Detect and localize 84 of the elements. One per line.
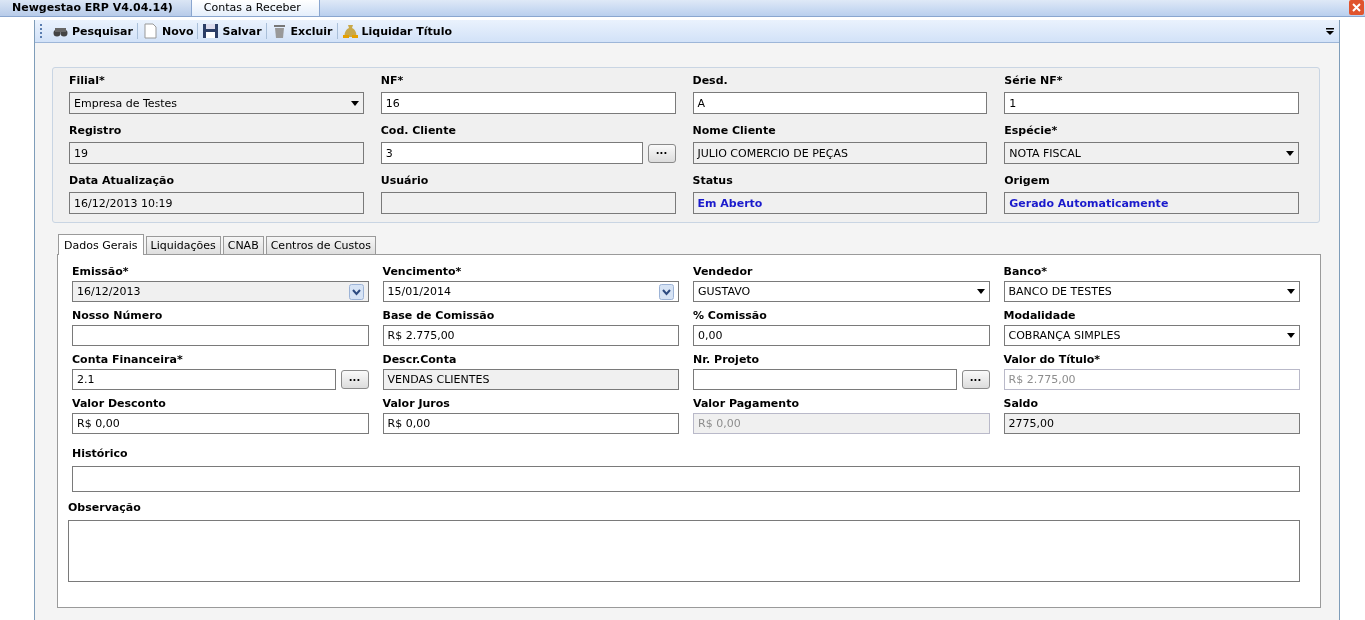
text-field[interactable]: R$ 0,00 bbox=[382, 413, 679, 434]
field-label: Observação bbox=[68, 500, 142, 515]
field-label: Valor Juros bbox=[382, 396, 451, 411]
text-field[interactable]: 0,00 bbox=[693, 325, 990, 346]
text-field[interactable] bbox=[380, 192, 676, 214]
text-field[interactable]: 19 bbox=[69, 142, 364, 164]
dropdown[interactable]: COBRANÇA SIMPLES bbox=[1003, 325, 1300, 346]
toolbar-button[interactable]: Excluir bbox=[266, 21, 337, 41]
field-label: Histórico bbox=[72, 446, 129, 461]
field-label: Registro bbox=[69, 123, 123, 138]
field-label: Valor Desconto bbox=[72, 396, 167, 411]
window-tab[interactable]: Newgestao ERP V4.04.14) bbox=[0, 0, 192, 16]
close-icon[interactable] bbox=[1349, 0, 1364, 15]
dropdown[interactable]: Empresa de Testes bbox=[69, 92, 364, 114]
field-label: Data Atualização bbox=[69, 173, 175, 188]
tab[interactable]: Liquidações bbox=[145, 236, 221, 254]
field-label: Valor do Título* bbox=[1003, 352, 1102, 367]
field-label: Banco* bbox=[1003, 264, 1048, 279]
text-field[interactable]: 2.1 bbox=[72, 369, 336, 390]
field-label: Cod. Cliente bbox=[380, 123, 457, 138]
dropdown[interactable]: NOTA FISCAL bbox=[1004, 142, 1299, 164]
text-field[interactable]: A bbox=[692, 92, 988, 114]
text-field[interactable]: VENDAS CLIENTES bbox=[382, 369, 679, 390]
field-label: Saldo bbox=[1003, 396, 1040, 411]
dropdown[interactable]: BANCO DE TESTES bbox=[1003, 281, 1300, 302]
field-label: Valor Pagamento bbox=[693, 396, 800, 411]
field-label: Modalidade bbox=[1003, 308, 1077, 323]
document-icon bbox=[141, 23, 159, 39]
text-field[interactable]: Gerado Automaticamente bbox=[1004, 192, 1299, 214]
toolbar-button[interactable]: Salvar bbox=[198, 21, 266, 41]
overflow-arrow-icon[interactable] bbox=[1325, 26, 1335, 36]
window-tab[interactable]: Contas a Receber bbox=[191, 0, 320, 16]
tab[interactable]: Centros de Custos bbox=[265, 236, 377, 254]
toolbar-button[interactable]: Novo bbox=[137, 21, 198, 41]
tab[interactable]: Dados Gerais bbox=[58, 234, 144, 255]
text-field[interactable]: 2775,00 bbox=[1003, 413, 1300, 434]
toolbar-button[interactable]: Liquidar Título bbox=[337, 21, 457, 41]
dropdown[interactable]: GUSTAVO bbox=[693, 281, 990, 302]
text-field[interactable] bbox=[72, 466, 1300, 492]
text-field[interactable]: Em Aberto bbox=[692, 192, 988, 214]
date-picker[interactable]: 16/12/2013 bbox=[72, 281, 369, 302]
field-label: Vencimento* bbox=[382, 264, 463, 279]
field-label: Desd. bbox=[692, 73, 729, 88]
lookup-button[interactable]: ... bbox=[340, 370, 369, 389]
date-picker[interactable]: 15/01/2014 bbox=[382, 281, 679, 302]
caret-icon bbox=[1287, 333, 1295, 338]
field-label: % Comissão bbox=[693, 308, 768, 323]
text-field[interactable] bbox=[693, 369, 957, 390]
field-label: Origem bbox=[1004, 173, 1051, 188]
text-field[interactable]: 3 bbox=[380, 142, 643, 164]
field-label: Base de Comissão bbox=[382, 308, 496, 323]
field-label: Série NF* bbox=[1004, 73, 1064, 88]
caret-icon bbox=[1287, 289, 1295, 294]
money-bag-icon bbox=[341, 23, 359, 39]
field-label: Nosso Número bbox=[72, 308, 164, 323]
text-field[interactable]: 1 bbox=[1004, 92, 1299, 114]
text-field[interactable] bbox=[72, 325, 369, 346]
field-label: Espécie* bbox=[1004, 123, 1059, 138]
toolbar-button[interactable]: Pesquisar bbox=[48, 21, 137, 41]
text-area[interactable] bbox=[68, 520, 1300, 582]
lookup-button[interactable]: ... bbox=[961, 370, 990, 389]
caret-icon bbox=[1286, 150, 1294, 156]
toolbar-grip-icon[interactable] bbox=[39, 23, 42, 39]
lookup-button[interactable]: ... bbox=[647, 143, 676, 163]
field-label: Vendedor bbox=[693, 264, 754, 279]
chevron-icon bbox=[348, 283, 364, 300]
field-label: Status bbox=[692, 173, 734, 188]
text-field[interactable]: JULIO COMERCIO DE PEÇAS bbox=[692, 142, 988, 164]
chevron-icon bbox=[659, 283, 674, 300]
field-label: Conta Financeira* bbox=[72, 352, 184, 367]
field-label: Descr.Conta bbox=[382, 352, 458, 367]
field-label: Nr. Projeto bbox=[693, 352, 761, 367]
field-label: Emissão* bbox=[72, 264, 130, 279]
caret-icon bbox=[350, 100, 359, 106]
caret-icon bbox=[976, 289, 985, 294]
text-field[interactable]: R$ 0,00 bbox=[72, 413, 369, 434]
text-field[interactable]: 16 bbox=[380, 92, 676, 114]
field-label: Filial* bbox=[69, 73, 106, 88]
text-field[interactable]: R$ 2.775,00 bbox=[382, 325, 679, 346]
field-label: Usuário bbox=[380, 173, 430, 188]
field-label: Nome Cliente bbox=[692, 123, 777, 138]
tab[interactable]: CNAB bbox=[222, 236, 264, 254]
text-field[interactable]: 16/12/2013 10:19 bbox=[69, 192, 364, 214]
field-label: NF* bbox=[380, 73, 405, 88]
